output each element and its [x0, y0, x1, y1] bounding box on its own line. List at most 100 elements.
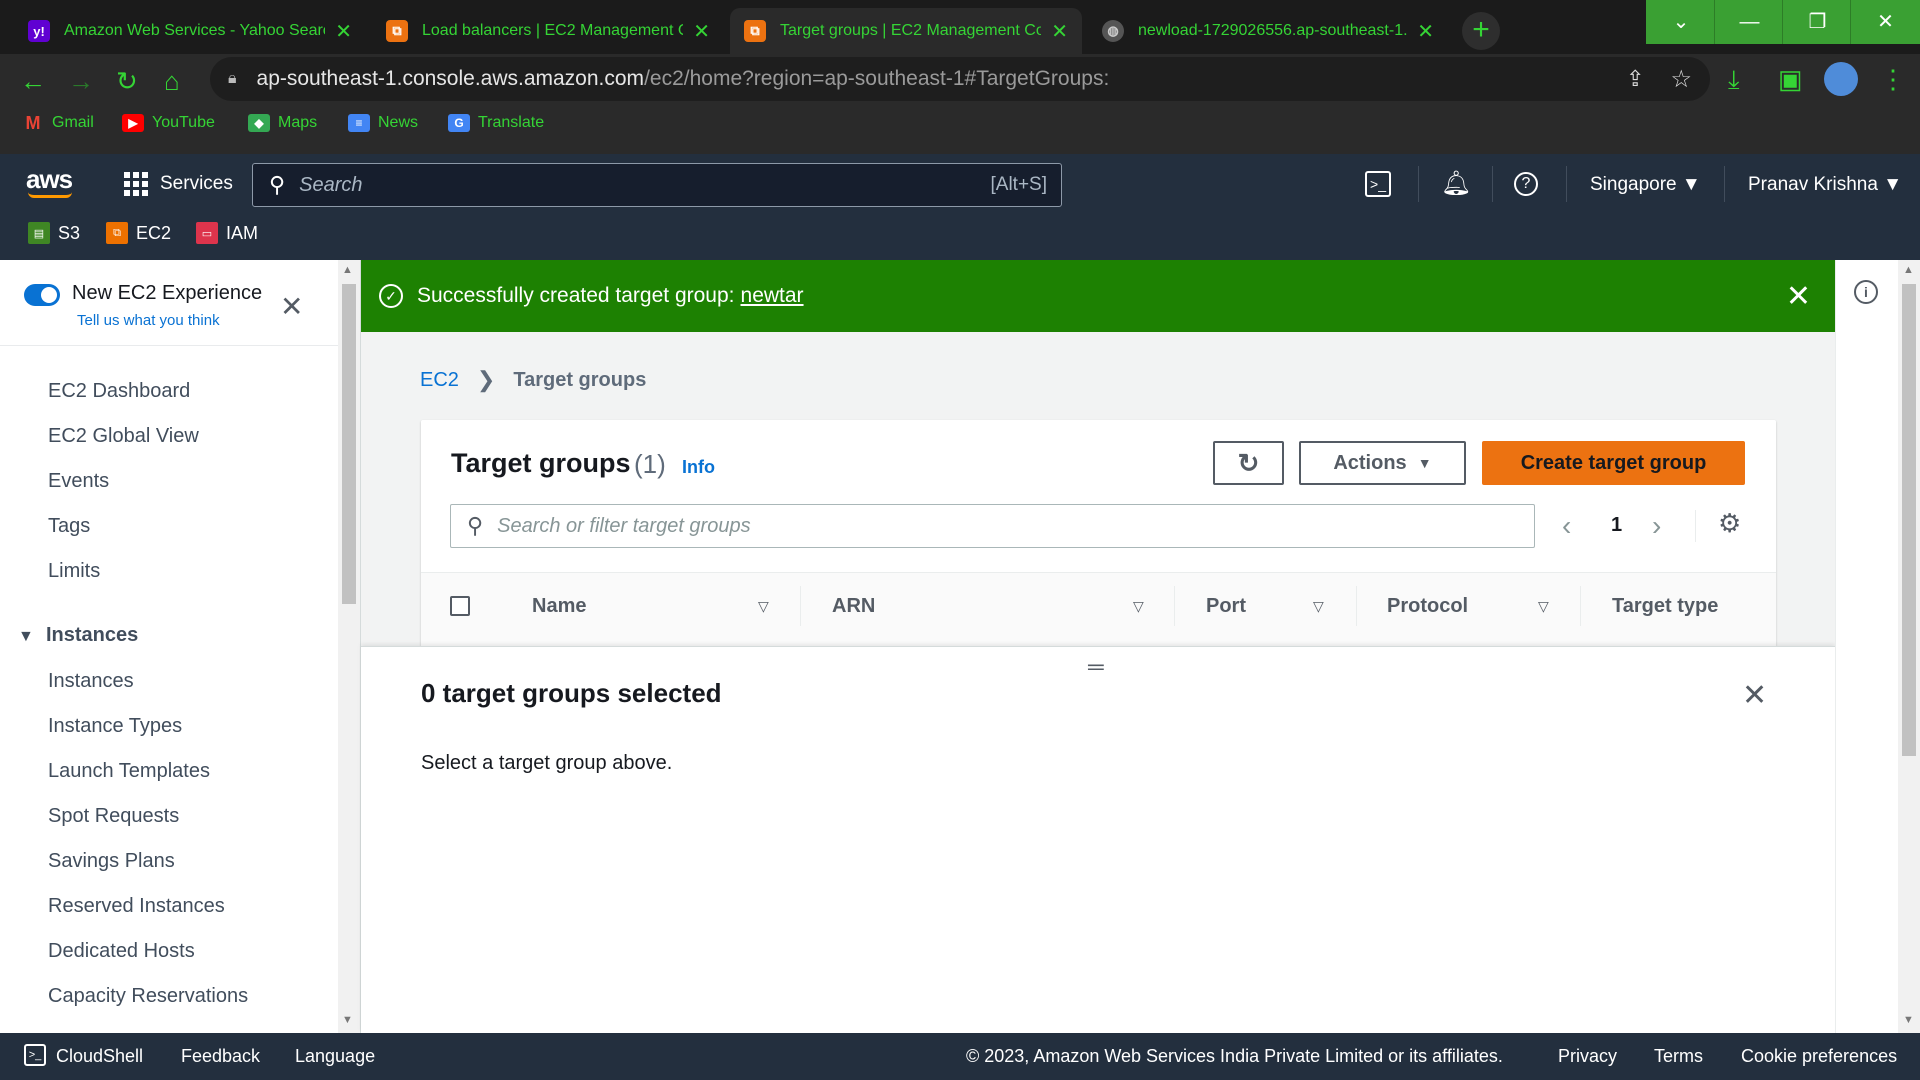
column-target-type[interactable]: Target type: [1612, 595, 1718, 618]
new-tab-button[interactable]: +: [1462, 12, 1500, 50]
profile-avatar[interactable]: [1824, 62, 1858, 96]
favorite-s3[interactable]: ▤ S3: [28, 222, 80, 244]
sort-icon[interactable]: ▽: [758, 598, 769, 615]
close-icon[interactable]: ✕: [1051, 19, 1068, 44]
notifications-bell-icon[interactable]: 🔔︎: [1440, 168, 1472, 200]
sidebar-item-tags[interactable]: Tags: [48, 515, 90, 538]
scroll-down-icon[interactable]: ▼: [1903, 1014, 1914, 1026]
page-scrollbar-thumb[interactable]: [1902, 284, 1916, 756]
footer-language[interactable]: Language: [295, 1046, 375, 1067]
sidepanel-icon[interactable]: ▣: [1778, 64, 1803, 95]
restore-button[interactable]: ❐: [1782, 0, 1852, 44]
filter-input[interactable]: [497, 514, 1534, 538]
chevron-right-icon[interactable]: ›: [1652, 510, 1661, 542]
bookmark-translate[interactable]: G Translate: [448, 114, 544, 132]
region-selector[interactable]: Singapore ▼: [1590, 174, 1701, 196]
column-arn[interactable]: ARN: [832, 595, 875, 618]
help-icon[interactable]: ?: [1514, 172, 1538, 196]
breadcrumb-ec2[interactable]: EC2: [420, 369, 459, 392]
close-icon[interactable]: ✕: [693, 19, 710, 44]
scroll-down-icon[interactable]: ▼: [342, 1014, 353, 1026]
close-window-button[interactable]: ✕: [1850, 0, 1920, 44]
close-icon[interactable]: ✕: [1417, 19, 1434, 44]
sidebar-item-capacity-reservations[interactable]: Capacity Reservations: [48, 985, 248, 1008]
chevron-left-icon[interactable]: ‹: [1562, 510, 1571, 542]
refresh-button[interactable]: ↻: [1213, 441, 1284, 485]
sidebar-item-instance-types[interactable]: Instance Types: [48, 715, 182, 738]
sidebar-item-ec2-dashboard[interactable]: EC2 Dashboard: [48, 380, 190, 403]
footer-cookie-preferences[interactable]: Cookie preferences: [1741, 1046, 1897, 1067]
sort-icon[interactable]: ▽: [1313, 598, 1324, 615]
favorite-iam[interactable]: ▭ IAM: [196, 222, 258, 244]
address-bar[interactable]: 🔒︎ ap-southeast-1.console.aws.amazon.com…: [210, 57, 1710, 101]
actions-button[interactable]: Actions ▼: [1299, 441, 1466, 485]
bookmark-star-icon[interactable]: ☆: [1670, 65, 1692, 94]
reload-icon[interactable]: ↻: [116, 66, 138, 97]
home-icon[interactable]: ⌂: [164, 66, 180, 97]
sidebar-item-reserved-instances[interactable]: Reserved Instances: [48, 895, 225, 918]
cloudshell-icon[interactable]: >_: [1365, 171, 1391, 197]
new-experience-toggle[interactable]: [24, 284, 60, 306]
create-target-group-button[interactable]: Create target group: [1482, 441, 1745, 485]
info-icon[interactable]: i: [1854, 280, 1878, 304]
caret-down-icon[interactable]: ▼: [18, 628, 34, 646]
tab-search-button[interactable]: ⌄: [1646, 0, 1716, 44]
sidebar-item-dedicated-hosts[interactable]: Dedicated Hosts: [48, 940, 195, 963]
services-menu[interactable]: Services: [124, 172, 233, 196]
close-icon[interactable]: ✕: [1742, 678, 1767, 713]
footer-cloudshell[interactable]: CloudShell: [56, 1046, 143, 1067]
sidebar-item-events[interactable]: Events: [48, 470, 109, 493]
sidebar-scrollbar-thumb[interactable]: [342, 284, 356, 604]
page-number[interactable]: 1: [1611, 514, 1622, 537]
select-all-checkbox[interactable]: [450, 596, 470, 616]
filter-box[interactable]: ⚲: [450, 504, 1535, 548]
bookmark-maps[interactable]: ◆ Maps: [248, 114, 317, 132]
sort-icon[interactable]: ▽: [1133, 598, 1144, 615]
close-icon[interactable]: ✕: [280, 290, 303, 323]
column-protocol[interactable]: Protocol: [1387, 595, 1468, 618]
footer-terms[interactable]: Terms: [1654, 1046, 1703, 1067]
forward-icon[interactable]: →: [68, 66, 94, 97]
column-port[interactable]: Port: [1206, 595, 1246, 618]
sidebar-section-instances[interactable]: Instances: [46, 624, 138, 647]
sidebar-item-global-view[interactable]: EC2 Global View: [48, 425, 199, 448]
favorite-ec2[interactable]: ⧉ EC2: [106, 222, 171, 244]
console-search[interactable]: ⚲ [Alt+S]: [252, 163, 1062, 207]
back-icon[interactable]: ←: [20, 66, 46, 97]
footer-feedback[interactable]: Feedback: [181, 1046, 260, 1067]
search-input[interactable]: [299, 173, 991, 197]
minimize-button[interactable]: —: [1714, 0, 1784, 44]
browser-tab-load-balancers[interactable]: ⧉ Load balancers | EC2 Management Consol…: [372, 8, 724, 54]
download-icon[interactable]: ⤓: [1728, 64, 1740, 96]
resize-handle-icon[interactable]: ═: [1088, 654, 1104, 680]
flash-target-link[interactable]: newtar: [741, 284, 804, 308]
settings-gear-icon[interactable]: ⚙: [1718, 508, 1741, 539]
browser-tab-yahoo[interactable]: y! Amazon Web Services - Yahoo Search ✕: [14, 8, 366, 54]
sidebar-item-launch-templates[interactable]: Launch Templates: [48, 760, 210, 783]
breadcrumb: EC2 ❯ Target groups: [420, 367, 646, 393]
close-icon[interactable]: ✕: [1786, 279, 1811, 314]
column-name[interactable]: Name: [532, 595, 586, 618]
account-menu[interactable]: Pranav Krishna ▼: [1748, 174, 1902, 196]
browser-tab-newload[interactable]: ◍ newload-1729026556.ap-southeast-1.elb.…: [1088, 8, 1448, 54]
scroll-up-icon[interactable]: ▲: [342, 264, 353, 276]
close-icon[interactable]: ✕: [335, 19, 352, 44]
sidebar-item-limits[interactable]: Limits: [48, 560, 100, 583]
scroll-up-icon[interactable]: ▲: [1903, 264, 1914, 276]
sidebar-item-instances[interactable]: Instances: [48, 670, 134, 693]
share-icon[interactable]: ⇪: [1626, 66, 1644, 92]
browser-tab-target-groups[interactable]: ⧉ Target groups | EC2 Management Console…: [730, 8, 1082, 54]
region-label: Singapore: [1590, 174, 1677, 195]
bookmark-news[interactable]: ≡ News: [348, 114, 418, 132]
info-link[interactable]: Info: [682, 457, 715, 478]
sort-icon[interactable]: ▽: [1538, 598, 1549, 615]
sidebar-item-spot-requests[interactable]: Spot Requests: [48, 805, 179, 828]
bookmark-youtube[interactable]: ▶ YouTube: [122, 114, 215, 132]
feedback-link[interactable]: Tell us what you think: [77, 312, 220, 329]
bookmark-gmail[interactable]: M Gmail: [22, 113, 94, 133]
aws-logo[interactable]: aws: [26, 164, 73, 195]
footer-privacy[interactable]: Privacy: [1558, 1046, 1617, 1067]
cloudshell-icon[interactable]: >_: [24, 1044, 46, 1066]
sidebar-item-savings-plans[interactable]: Savings Plans: [48, 850, 175, 873]
menu-dots-icon[interactable]: ⋮: [1880, 64, 1906, 95]
